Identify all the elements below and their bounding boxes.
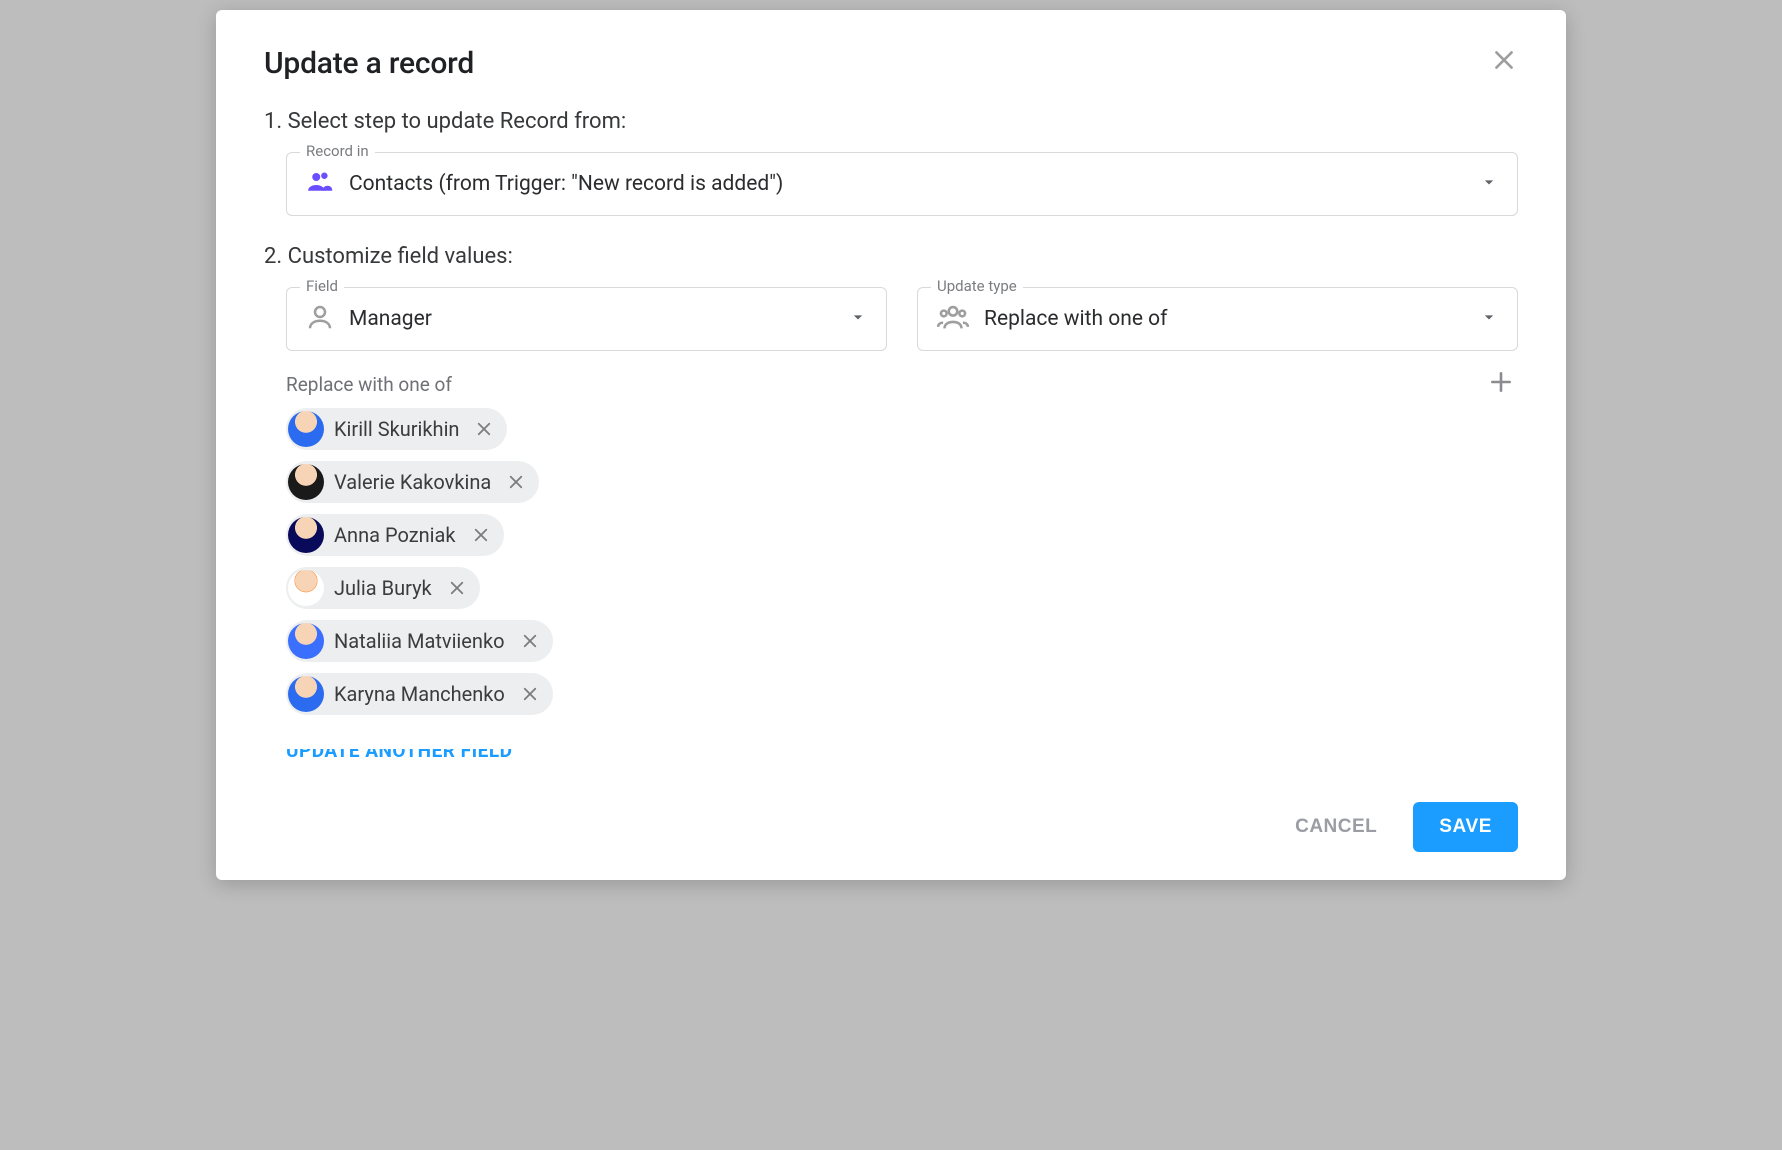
chip-name: Karyna Manchenko [334, 682, 505, 706]
remove-chip-icon[interactable] [471, 416, 497, 442]
modal-footer: CANCEL SAVE [264, 782, 1518, 852]
group-icon [936, 300, 970, 338]
record-in-label: Record in [300, 142, 375, 160]
close-icon[interactable] [1490, 46, 1518, 74]
update-another-field-button[interactable]: UPDATE ANOTHER FIELD [286, 749, 1518, 759]
record-in-value: Contacts (from Trigger: "New record is a… [349, 172, 783, 196]
replace-section: Replace with one of Kirill Skurikhin Vale… [286, 373, 1518, 715]
chip-name: Valerie Kakovkina [334, 470, 491, 494]
person-chip[interactable]: Anna Pozniak [286, 514, 504, 556]
chip-name: Kirill Skurikhin [334, 417, 459, 441]
chip-name: Anna Pozniak [334, 523, 456, 547]
person-chip[interactable]: Karyna Manchenko [286, 673, 553, 715]
cancel-button[interactable]: CANCEL [1285, 804, 1387, 850]
avatar [288, 464, 324, 500]
chip-name: Julia Buryk [334, 576, 432, 600]
remove-chip-icon[interactable] [517, 681, 543, 707]
chip-name: Nataliia Matviienko [334, 629, 505, 653]
update-type-label: Update type [931, 277, 1023, 295]
update-type-select[interactable]: Replace with one of [917, 287, 1518, 351]
avatar [288, 623, 324, 659]
remove-chip-icon[interactable] [444, 575, 470, 601]
step2-label: 2. Customize field values: [264, 244, 1518, 269]
person-chip[interactable]: Julia Buryk [286, 567, 480, 609]
add-icon[interactable] [1488, 369, 1514, 399]
modal-title: Update a record [264, 46, 474, 81]
step1-label: 1. Select step to update Record from: [264, 109, 1518, 134]
save-button[interactable]: SAVE [1413, 802, 1518, 852]
remove-chip-icon[interactable] [517, 628, 543, 654]
person-icon [305, 302, 335, 336]
update-type-value: Replace with one of [984, 307, 1167, 331]
update-record-modal: Update a record 1. Select step to update… [216, 10, 1566, 880]
field-value: Manager [349, 307, 432, 331]
avatar [288, 570, 324, 606]
remove-chip-icon[interactable] [503, 469, 529, 495]
person-chip[interactable]: Nataliia Matviienko [286, 620, 553, 662]
person-chip[interactable]: Kirill Skurikhin [286, 408, 507, 450]
remove-chip-icon[interactable] [468, 522, 494, 548]
people-chips: Kirill Skurikhin Valerie Kakovkina Anna Po… [286, 408, 1518, 715]
avatar [288, 676, 324, 712]
update-type-select-wrapper: Update type Replace with one of [917, 287, 1518, 351]
modal-header: Update a record [264, 46, 1518, 81]
chevron-down-icon [1479, 172, 1499, 196]
avatar [288, 411, 324, 447]
replace-title: Replace with one of [286, 373, 452, 396]
person-chip[interactable]: Valerie Kakovkina [286, 461, 539, 503]
avatar [288, 517, 324, 553]
chevron-down-icon [1479, 307, 1499, 331]
record-in-select-wrapper: Record in Contacts (from Trigger: "New r… [286, 152, 1518, 216]
chevron-down-icon [848, 307, 868, 331]
contacts-icon [305, 167, 335, 201]
field-updatetype-row: Field Manager Update type Replace with o… [286, 287, 1518, 351]
field-label: Field [300, 277, 344, 295]
replace-header: Replace with one of [286, 373, 1518, 396]
field-select[interactable]: Manager [286, 287, 887, 351]
field-select-wrapper: Field Manager [286, 287, 887, 351]
record-in-select[interactable]: Contacts (from Trigger: "New record is a… [286, 152, 1518, 216]
